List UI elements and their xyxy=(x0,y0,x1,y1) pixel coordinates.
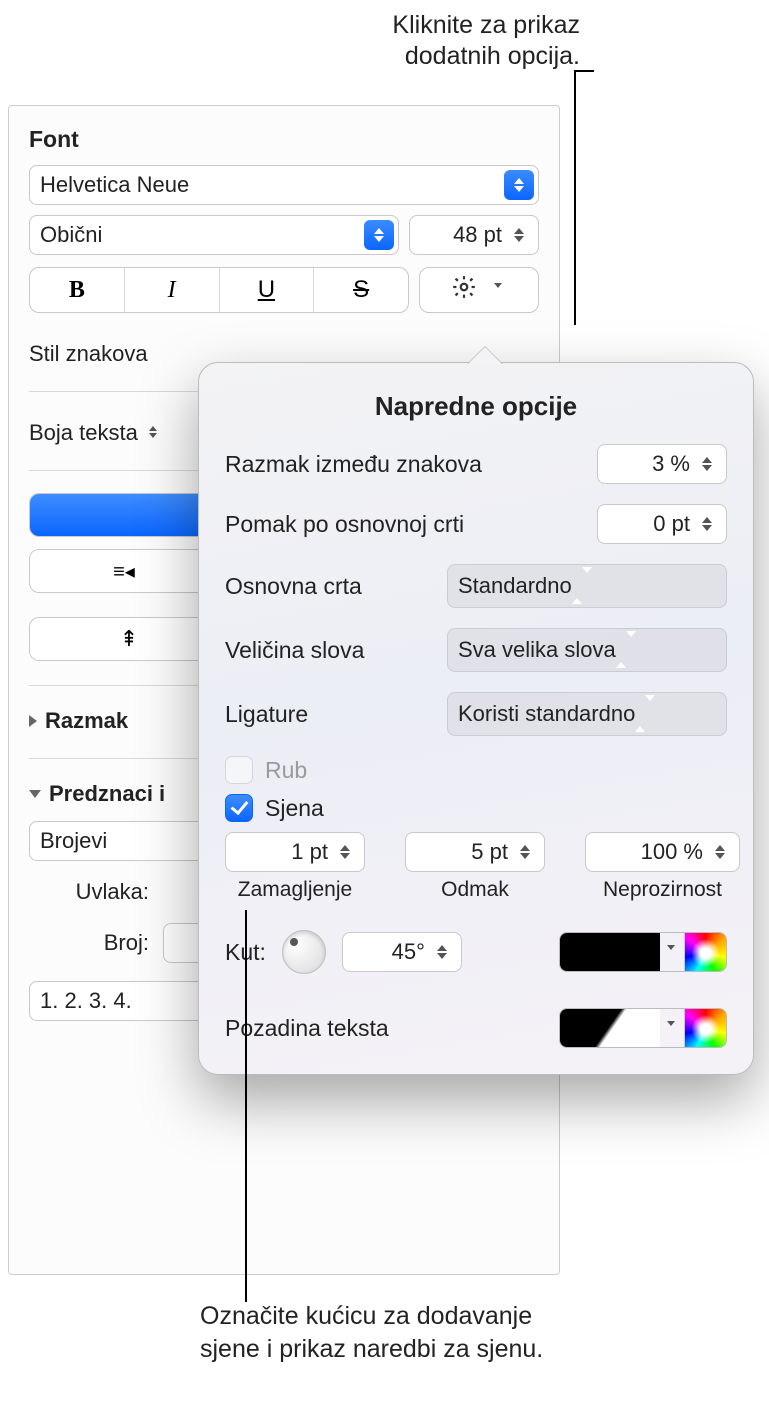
stepper-arrows-icon xyxy=(692,449,722,479)
chevron-updown-icon xyxy=(364,220,394,250)
indent-segmented-control: ≡◂ xyxy=(29,549,219,593)
baseline-row: Osnovna crta Standardno xyxy=(225,564,727,608)
angle-value: 45° xyxy=(392,939,425,965)
ligatures-row: Ligature Koristi standardno xyxy=(225,692,727,736)
baseline-select[interactable]: Standardno xyxy=(447,564,727,608)
opacity-value: 100 % xyxy=(641,839,703,865)
chevron-updown-icon xyxy=(635,701,655,727)
font-size-value: 48 pt xyxy=(453,222,502,248)
chevron-updown-icon xyxy=(504,170,534,200)
color-picker-button[interactable] xyxy=(684,1009,726,1048)
callout-line-top xyxy=(574,70,576,325)
stepper-arrows-icon xyxy=(692,509,722,539)
number-format-value: 1. 2. 3. 4. xyxy=(40,988,132,1014)
list-style-value: Brojevi xyxy=(40,828,107,854)
caps-value: Sva velika slova xyxy=(458,637,616,663)
chevron-updown-icon xyxy=(144,426,162,440)
blur-value: 1 pt xyxy=(291,839,328,865)
color-picker-button[interactable] xyxy=(684,933,726,972)
text-bg-label: Pozadina teksta xyxy=(225,1015,389,1042)
chevron-right-icon xyxy=(29,715,37,727)
offset-label: Odmak xyxy=(441,878,509,902)
ligatures-select[interactable]: Koristi standardno xyxy=(447,692,727,736)
opacity-label: Neprozirnost xyxy=(603,878,722,902)
chevron-down-icon[interactable] xyxy=(662,1021,680,1035)
callout-top: Kliknite za prikaz dodatnih opcija. xyxy=(320,10,580,73)
char-spacing-stepper[interactable]: 3 % xyxy=(597,444,727,484)
blur-label: Zamagljenje xyxy=(238,878,352,902)
advanced-options-popover: Napredne opcije Razmak između znakova 3 … xyxy=(198,362,754,1075)
stepper-arrows-icon xyxy=(705,837,735,867)
text-bg-color-control xyxy=(559,1008,727,1048)
baseline-value: Standardno xyxy=(458,573,572,599)
font-style-value: Obični xyxy=(40,222,102,248)
style-segmented-control: B I U S xyxy=(29,267,409,313)
chevron-down-icon[interactable] xyxy=(662,945,680,959)
character-style-label: Stil znakova xyxy=(29,341,148,367)
font-section-title: Font xyxy=(29,126,539,153)
baseline-shift-value: 0 pt xyxy=(653,511,690,537)
baseline-shift-label: Pomak po osnovnoj crti xyxy=(225,511,464,538)
shadow-label: Sjena xyxy=(265,795,324,822)
shadow-color-control xyxy=(559,932,727,972)
outline-row[interactable]: Rub xyxy=(225,756,727,784)
shadow-color-well[interactable] xyxy=(560,933,660,972)
outdent-icon: ≡◂ xyxy=(113,559,135,584)
caps-row: Veličina slova Sva velika slova xyxy=(225,628,727,672)
caps-label: Veličina slova xyxy=(225,637,364,664)
spacing-label: Razmak xyxy=(45,708,128,734)
shadow-row[interactable]: Sjena xyxy=(225,794,727,822)
popover-title: Napredne opcije xyxy=(225,391,727,422)
shadow-checkbox[interactable] xyxy=(225,794,253,822)
outline-label: Rub xyxy=(265,757,307,784)
text-bg-color-well[interactable] xyxy=(560,1009,660,1048)
offset-stepper[interactable]: 5 pt xyxy=(405,832,545,872)
stepper-arrows-icon xyxy=(510,837,540,867)
text-bg-row: Pozadina teksta xyxy=(225,1008,727,1048)
caps-select[interactable]: Sva velika slova xyxy=(447,628,727,672)
valign-top-icon: ⇞ xyxy=(120,626,138,652)
chevron-down-icon xyxy=(489,283,507,297)
ligatures-label: Ligature xyxy=(225,701,308,728)
bold-button[interactable]: B xyxy=(30,268,125,312)
blur-stepper[interactable]: 1 pt xyxy=(225,832,365,872)
char-spacing-label: Razmak između znakova xyxy=(225,451,482,478)
char-spacing-row: Razmak između znakova 3 % xyxy=(225,444,727,484)
text-color-label: Boja teksta xyxy=(29,420,138,446)
bullets-label: Predznaci i xyxy=(49,781,165,807)
number-label: Broj: xyxy=(29,930,149,956)
callout-bottom: Označite kućicu za dodavanje sjene i pri… xyxy=(200,1300,550,1365)
baseline-shift-stepper[interactable]: 0 pt xyxy=(597,504,727,544)
underline-button[interactable]: U xyxy=(220,268,315,312)
font-family-value: Helvetica Neue xyxy=(40,172,189,198)
font-style-select[interactable]: Obični xyxy=(29,215,399,255)
chevron-updown-icon xyxy=(572,573,592,599)
indent-label: Uvlaka: xyxy=(29,879,149,905)
angle-stepper[interactable]: 45° xyxy=(342,932,462,972)
strikethrough-button[interactable]: S xyxy=(314,268,408,312)
angle-row: Kut: 45° xyxy=(225,930,727,974)
offset-value: 5 pt xyxy=(471,839,508,865)
gear-icon xyxy=(451,274,477,306)
stepper-arrows-icon xyxy=(504,220,534,250)
chevron-updown-icon xyxy=(616,637,636,663)
stepper-arrows-icon xyxy=(330,837,360,867)
outdent-button[interactable]: ≡◂ xyxy=(30,550,218,592)
angle-dial[interactable] xyxy=(282,930,326,974)
font-size-stepper[interactable]: 48 pt xyxy=(409,215,539,255)
advanced-options-button[interactable] xyxy=(419,267,539,313)
baseline-shift-row: Pomak po osnovnoj crti 0 pt xyxy=(225,504,727,544)
font-family-select[interactable]: Helvetica Neue xyxy=(29,165,539,205)
italic-button[interactable]: I xyxy=(125,268,220,312)
chevron-down-icon xyxy=(29,790,41,798)
opacity-stepper[interactable]: 100 % xyxy=(585,832,740,872)
shadow-controls-row: 1 pt Zamagljenje 5 pt Odmak 100 % Neproz… xyxy=(225,832,727,902)
stepper-arrows-icon xyxy=(427,937,457,967)
baseline-label: Osnovna crta xyxy=(225,573,362,600)
char-spacing-value: 3 % xyxy=(652,451,690,477)
outline-checkbox[interactable] xyxy=(225,756,253,784)
ligatures-value: Koristi standardno xyxy=(458,701,635,727)
